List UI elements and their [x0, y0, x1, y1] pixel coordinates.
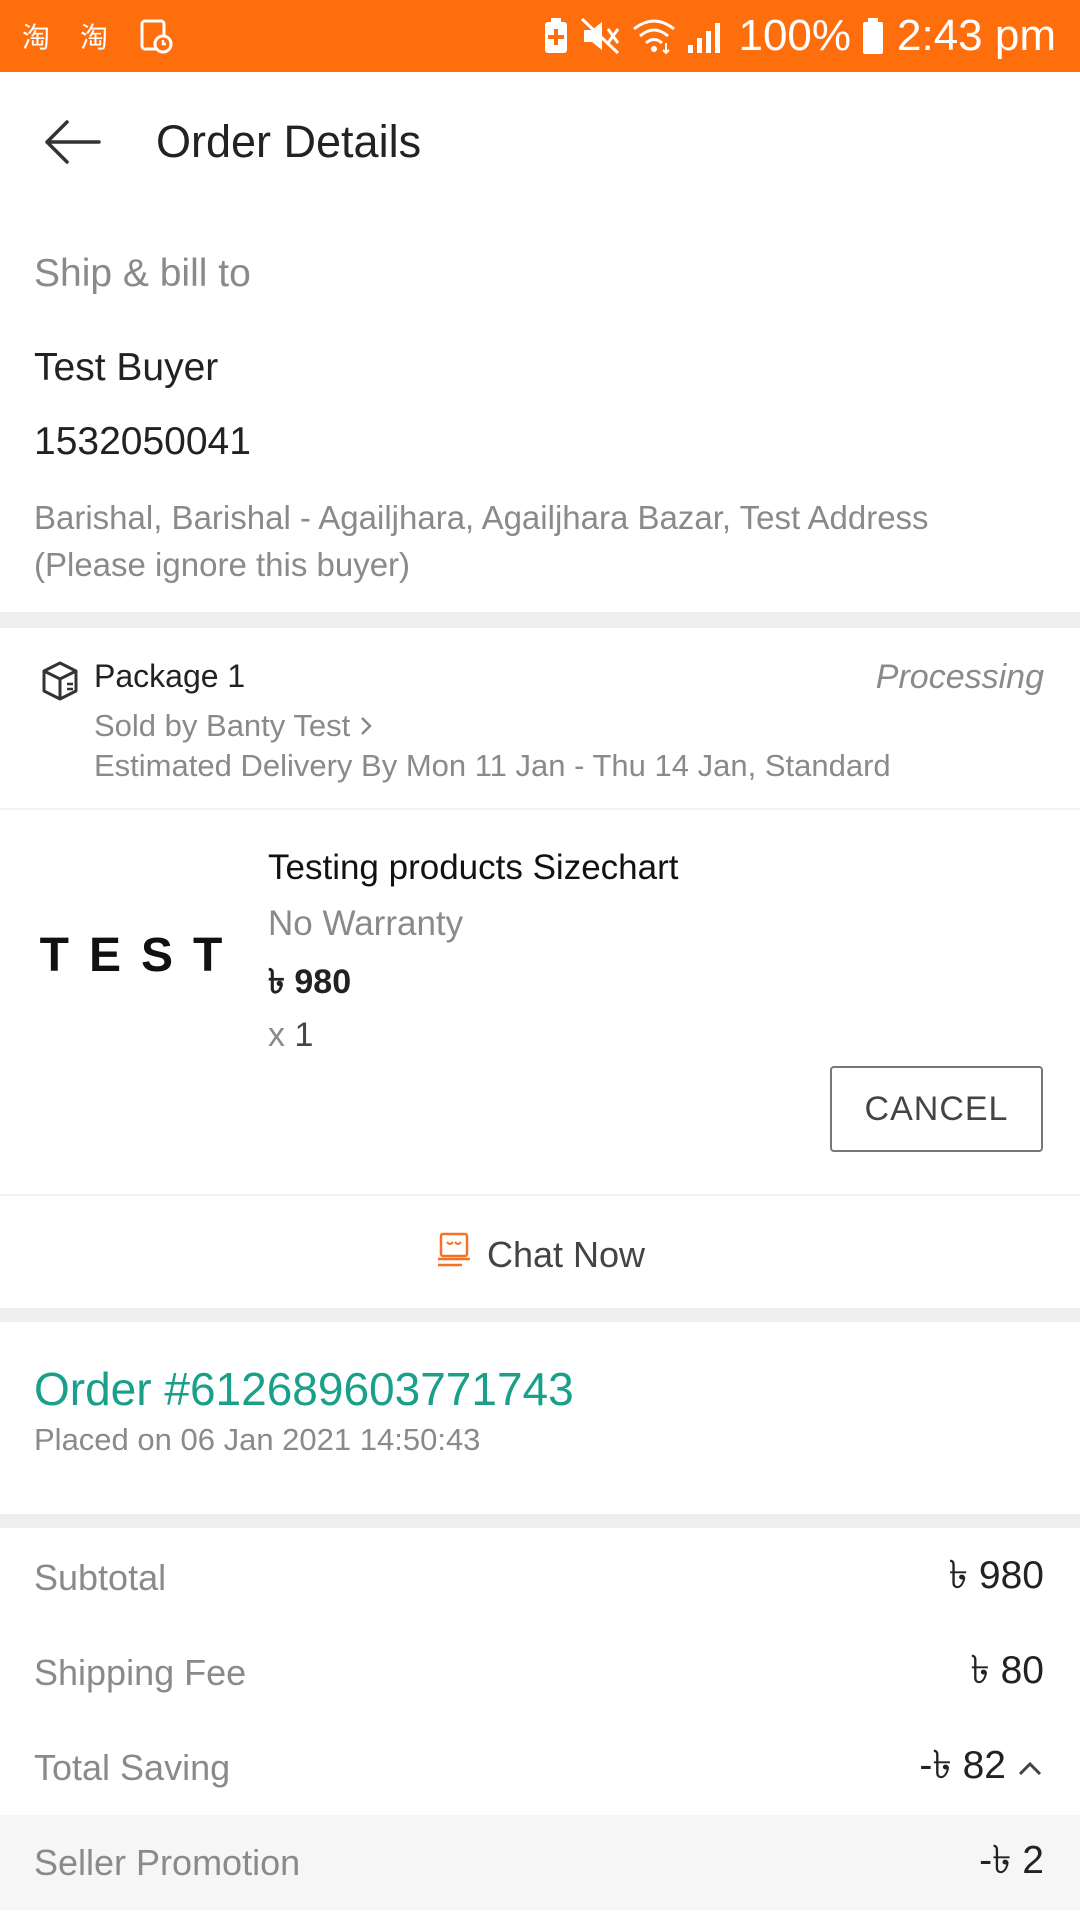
status-bar-right: 100% 2:43 pm [532, 11, 1056, 61]
ship-bill-section: Ship & bill to Test Buyer 1532050041 Bar… [0, 212, 1080, 588]
wifi-icon [632, 17, 676, 55]
product-thumbnail[interactable]: TEST [34, 870, 234, 1040]
total-saving-label: Total Saving [34, 1746, 231, 1788]
back-arrow-icon [45, 120, 101, 164]
seller-promotion-row: Seller Promotion -৳ 2 [0, 1815, 1080, 1910]
section-divider [0, 1308, 1080, 1322]
total-saving-value-wrap: -৳ 82 [919, 1735, 1044, 1800]
estimated-delivery: Estimated Delivery By Mon 11 Jan - Thu 1… [94, 748, 891, 783]
screen-record-icon [138, 18, 174, 54]
shipping-fee-label: Shipping Fee [34, 1651, 247, 1693]
package-status: Processing [875, 658, 1044, 696]
package-header: Package 1 Processing Sold by Banty Test … [0, 628, 1080, 808]
ship-bill-heading: Ship & bill to [34, 252, 251, 295]
section-divider [0, 612, 1080, 628]
product-name[interactable]: Testing products Sizechart [268, 848, 678, 888]
battery-icon [861, 16, 885, 56]
mute-icon [580, 17, 622, 55]
subtotal-label: Subtotal [34, 1556, 167, 1598]
seller-link[interactable]: Sold by Banty Test [94, 708, 374, 744]
seller-promotion-value: -৳ 2 [979, 1839, 1044, 1882]
chat-icon [435, 1231, 473, 1274]
order-info: Order #612689603771743 Placed on 06 Jan … [34, 1322, 574, 1458]
svg-text:淘: 淘 [22, 21, 50, 53]
product-price: ৳ 980 [268, 963, 352, 1001]
subtotal-row: Subtotal ৳ 980 [0, 1530, 1080, 1625]
order-item: TEST Testing products Sizechart No Warra… [0, 810, 1080, 1196]
subtotal-value: ৳ 980 [948, 1554, 1044, 1597]
package-title: Package 1 [94, 658, 246, 694]
product-thumbnail-logo: TEST [39, 928, 243, 982]
svg-text:淘: 淘 [80, 21, 108, 53]
chat-now-label: Chat Now [486, 1234, 646, 1275]
quantity-prefix: x [268, 1016, 285, 1054]
seller-promotion-label: Seller Promotion [34, 1841, 301, 1883]
order-number: Order #612689603771743 [34, 1363, 574, 1415]
product-warranty: No Warranty [268, 904, 464, 943]
shipping-fee-row: Shipping Fee ৳ 80 [0, 1625, 1080, 1720]
seller-label: Sold by Banty Test [94, 708, 351, 743]
total-saving-value: -৳ 82 [919, 1744, 1006, 1787]
package-icon [40, 660, 80, 707]
section-divider [0, 1514, 1080, 1528]
taobao-icon: 淘 [80, 19, 116, 53]
status-bar: 淘 淘 100% 2:43 pm [0, 0, 1080, 72]
page-title: Order Details [156, 116, 422, 167]
signal-icon [686, 17, 726, 55]
chevron-up-icon[interactable] [1016, 1758, 1044, 1778]
app-header: Order Details [0, 72, 1080, 212]
status-bar-left: 淘 淘 [22, 18, 196, 54]
buyer-name: Test Buyer [34, 346, 219, 389]
total-saving-row[interactable]: Total Saving -৳ 82 [0, 1720, 1080, 1815]
shipping-fee-value: ৳ 80 [970, 1649, 1044, 1692]
chat-now-button[interactable]: Chat Now [0, 1196, 1080, 1308]
clock: 2:43 pm [897, 11, 1056, 60]
quantity-value: 1 [294, 1016, 314, 1054]
product-quantity: x 1 [268, 1016, 313, 1055]
cancel-button[interactable]: CANCEL [830, 1066, 1043, 1152]
battery-percent: 100% [738, 11, 852, 60]
battery-saver-icon [542, 17, 570, 55]
price-summary: Subtotal ৳ 980 Shipping Fee ৳ 80 Total S… [0, 1530, 1080, 1910]
buyer-address: Barishal, Barishal - Agailjhara, Agailjh… [34, 499, 929, 583]
order-placed-date: Placed on 06 Jan 2021 14:50:43 [34, 1422, 481, 1457]
buyer-phone: 1532050041 [34, 420, 251, 463]
back-button[interactable] [22, 92, 122, 192]
taobao-icon: 淘 [22, 19, 58, 53]
chevron-right-icon [358, 714, 374, 738]
